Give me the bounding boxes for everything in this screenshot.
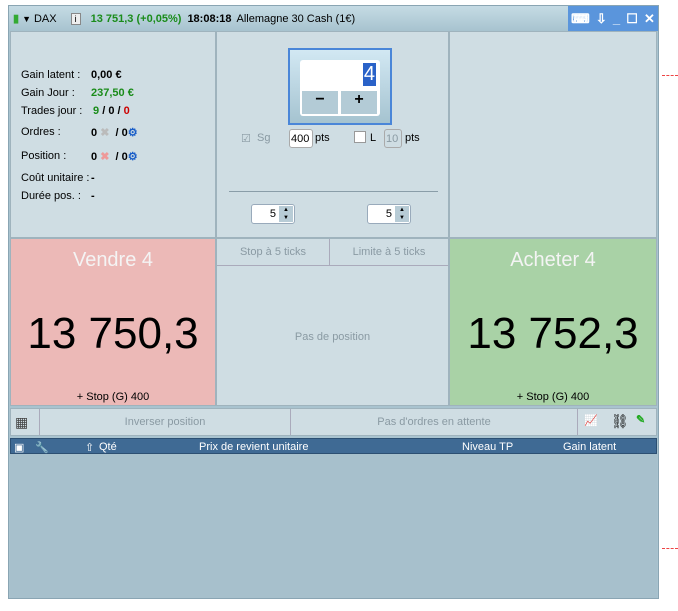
cout-label: Coût unitaire :	[21, 172, 90, 184]
gain-latent-label: Gain latent :	[21, 69, 81, 81]
symbol[interactable]: DAX	[34, 13, 57, 25]
trades-even: 0	[108, 105, 115, 117]
sg-input[interactable]: 400	[289, 129, 313, 148]
chart-line	[662, 548, 678, 549]
stats-panel: Gain latent : 0,00 € Gain Jour : 237,50 …	[10, 31, 216, 238]
instrument-name: Allemagne 30 Cash (1€)	[236, 12, 356, 25]
positions-table-body	[10, 454, 657, 598]
sell-title: Vendre 4	[72, 249, 154, 271]
gain-jour-value: 237,50 €	[91, 87, 134, 99]
sep: /	[117, 105, 121, 117]
wrench-icon[interactable]: 🔧	[35, 441, 49, 454]
sep: /	[115, 127, 119, 139]
divider	[229, 191, 438, 192]
limit-ticks-spinner[interactable]: 5 ▲ ▼	[367, 204, 411, 224]
window-controls: ⌨ ⇩ _ ☐ ✕	[568, 6, 658, 31]
ask-price: 13 752,3	[467, 309, 639, 358]
gear-icon[interactable]: ⚙	[128, 151, 138, 163]
buy-stop: + Stop (G) 400	[516, 391, 590, 403]
candlestick-icon: ▮	[13, 13, 20, 25]
price-change: 13 751,3 (+0,05%)	[90, 12, 182, 25]
link-icon[interactable]: ⛓	[611, 413, 629, 430]
time: 18:08:18	[187, 12, 232, 25]
increment-button[interactable]: +	[341, 91, 377, 114]
middle-panel: Stop à 5 ticks Limite à 5 ticks Pas de p…	[216, 238, 449, 406]
minimize-button[interactable]: _	[613, 11, 620, 26]
chart-line	[662, 75, 678, 76]
duree-value: -	[91, 190, 95, 202]
bid-price: 13 750,3	[27, 309, 199, 358]
sort-up-icon[interactable]: ⇧	[85, 441, 94, 454]
sep: /	[102, 105, 106, 117]
select-all-icon[interactable]: ▣	[14, 441, 24, 454]
gain-latent-value: 0,00 €	[91, 69, 122, 81]
limit-ticks-button[interactable]: Limite à 5 ticks	[330, 239, 448, 266]
no-position-text: Pas de position	[294, 331, 371, 343]
dropdown-icon[interactable]: ▼	[22, 14, 31, 24]
l-input[interactable]: 10	[384, 129, 402, 148]
layout-grid-icon[interactable]: ▦	[15, 414, 28, 431]
close-position-icon[interactable]: ✖	[100, 151, 109, 163]
stop-ticks-spinner[interactable]: 5 ▲ ▼	[251, 204, 295, 224]
toolbar: ▦ Inverser position Pas d'ordres en atte…	[10, 408, 657, 436]
quantity-input[interactable]: 4	[362, 63, 376, 86]
reverse-position-button[interactable]: Inverser position	[39, 409, 291, 435]
sep: /	[115, 151, 119, 163]
sell-stop: + Stop (G) 400	[76, 391, 150, 403]
buy-button[interactable]: Acheter 4 13 752,3 + Stop (G) 400	[449, 238, 657, 406]
stop-ticks-button[interactable]: Stop à 5 ticks	[217, 239, 330, 266]
gain-jour-label: Gain Jour :	[21, 87, 75, 99]
pending-orders-button[interactable]: Pas d'ordres en attente	[291, 409, 578, 435]
cout-value: -	[91, 172, 95, 184]
position-count: 0	[91, 151, 98, 163]
col-prix[interactable]: Prix de revient unitaire	[199, 441, 308, 453]
l-checkbox[interactable]	[354, 131, 366, 143]
ordres-count: 0	[91, 127, 98, 139]
pin-icon[interactable]: ⇩	[596, 11, 607, 27]
cancel-orders-icon[interactable]: ✖	[100, 127, 109, 139]
ordres-label: Ordres :	[21, 126, 61, 138]
gear-icon[interactable]: ⚙	[128, 127, 138, 139]
quantity-box: 4 − +	[300, 60, 380, 116]
keyboard-icon[interactable]: ⌨	[571, 11, 590, 27]
chart-icon[interactable]: 📈	[584, 414, 598, 427]
col-tp[interactable]: Niveau TP	[462, 441, 513, 453]
col-qty[interactable]: Qté	[99, 441, 117, 453]
title-bar: ▮ ▼ DAX i 13 751,3 (+0,05%) 18:08:18 All…	[9, 6, 658, 31]
close-button[interactable]: ✕	[644, 11, 655, 27]
duree-label: Durée pos. :	[21, 190, 81, 202]
trades-won: 9	[93, 105, 100, 117]
quantity-popup: 4 − +	[288, 48, 392, 125]
col-gain[interactable]: Gain latent	[563, 441, 616, 453]
decrement-button[interactable]: −	[302, 91, 338, 114]
maximize-button[interactable]: ☐	[626, 11, 638, 27]
sg-checkbox[interactable]: ☑	[241, 132, 251, 145]
pts-label: pts	[405, 132, 420, 144]
trades-lost: 0	[123, 105, 130, 117]
positions-table-header: ▣ 🔧 ⇧ Qté Prix de revient unitaire Nivea…	[10, 438, 657, 454]
l-label: L	[370, 132, 377, 144]
sell-button[interactable]: Vendre 4 13 750,3 + Stop (G) 400	[10, 238, 216, 406]
position-label: Position :	[21, 150, 67, 162]
pts-label: pts	[315, 132, 330, 144]
tools-icon[interactable]: ✎	[636, 413, 645, 426]
trades-label: Trades jour :	[21, 105, 83, 117]
buy-title: Acheter 4	[510, 249, 596, 271]
info-icon[interactable]: i	[70, 12, 81, 25]
trading-window: ▮ ▼ DAX i 13 751,3 (+0,05%) 18:08:18 All…	[8, 5, 659, 599]
sg-label: Sg	[257, 132, 271, 144]
right-panel	[449, 31, 657, 238]
